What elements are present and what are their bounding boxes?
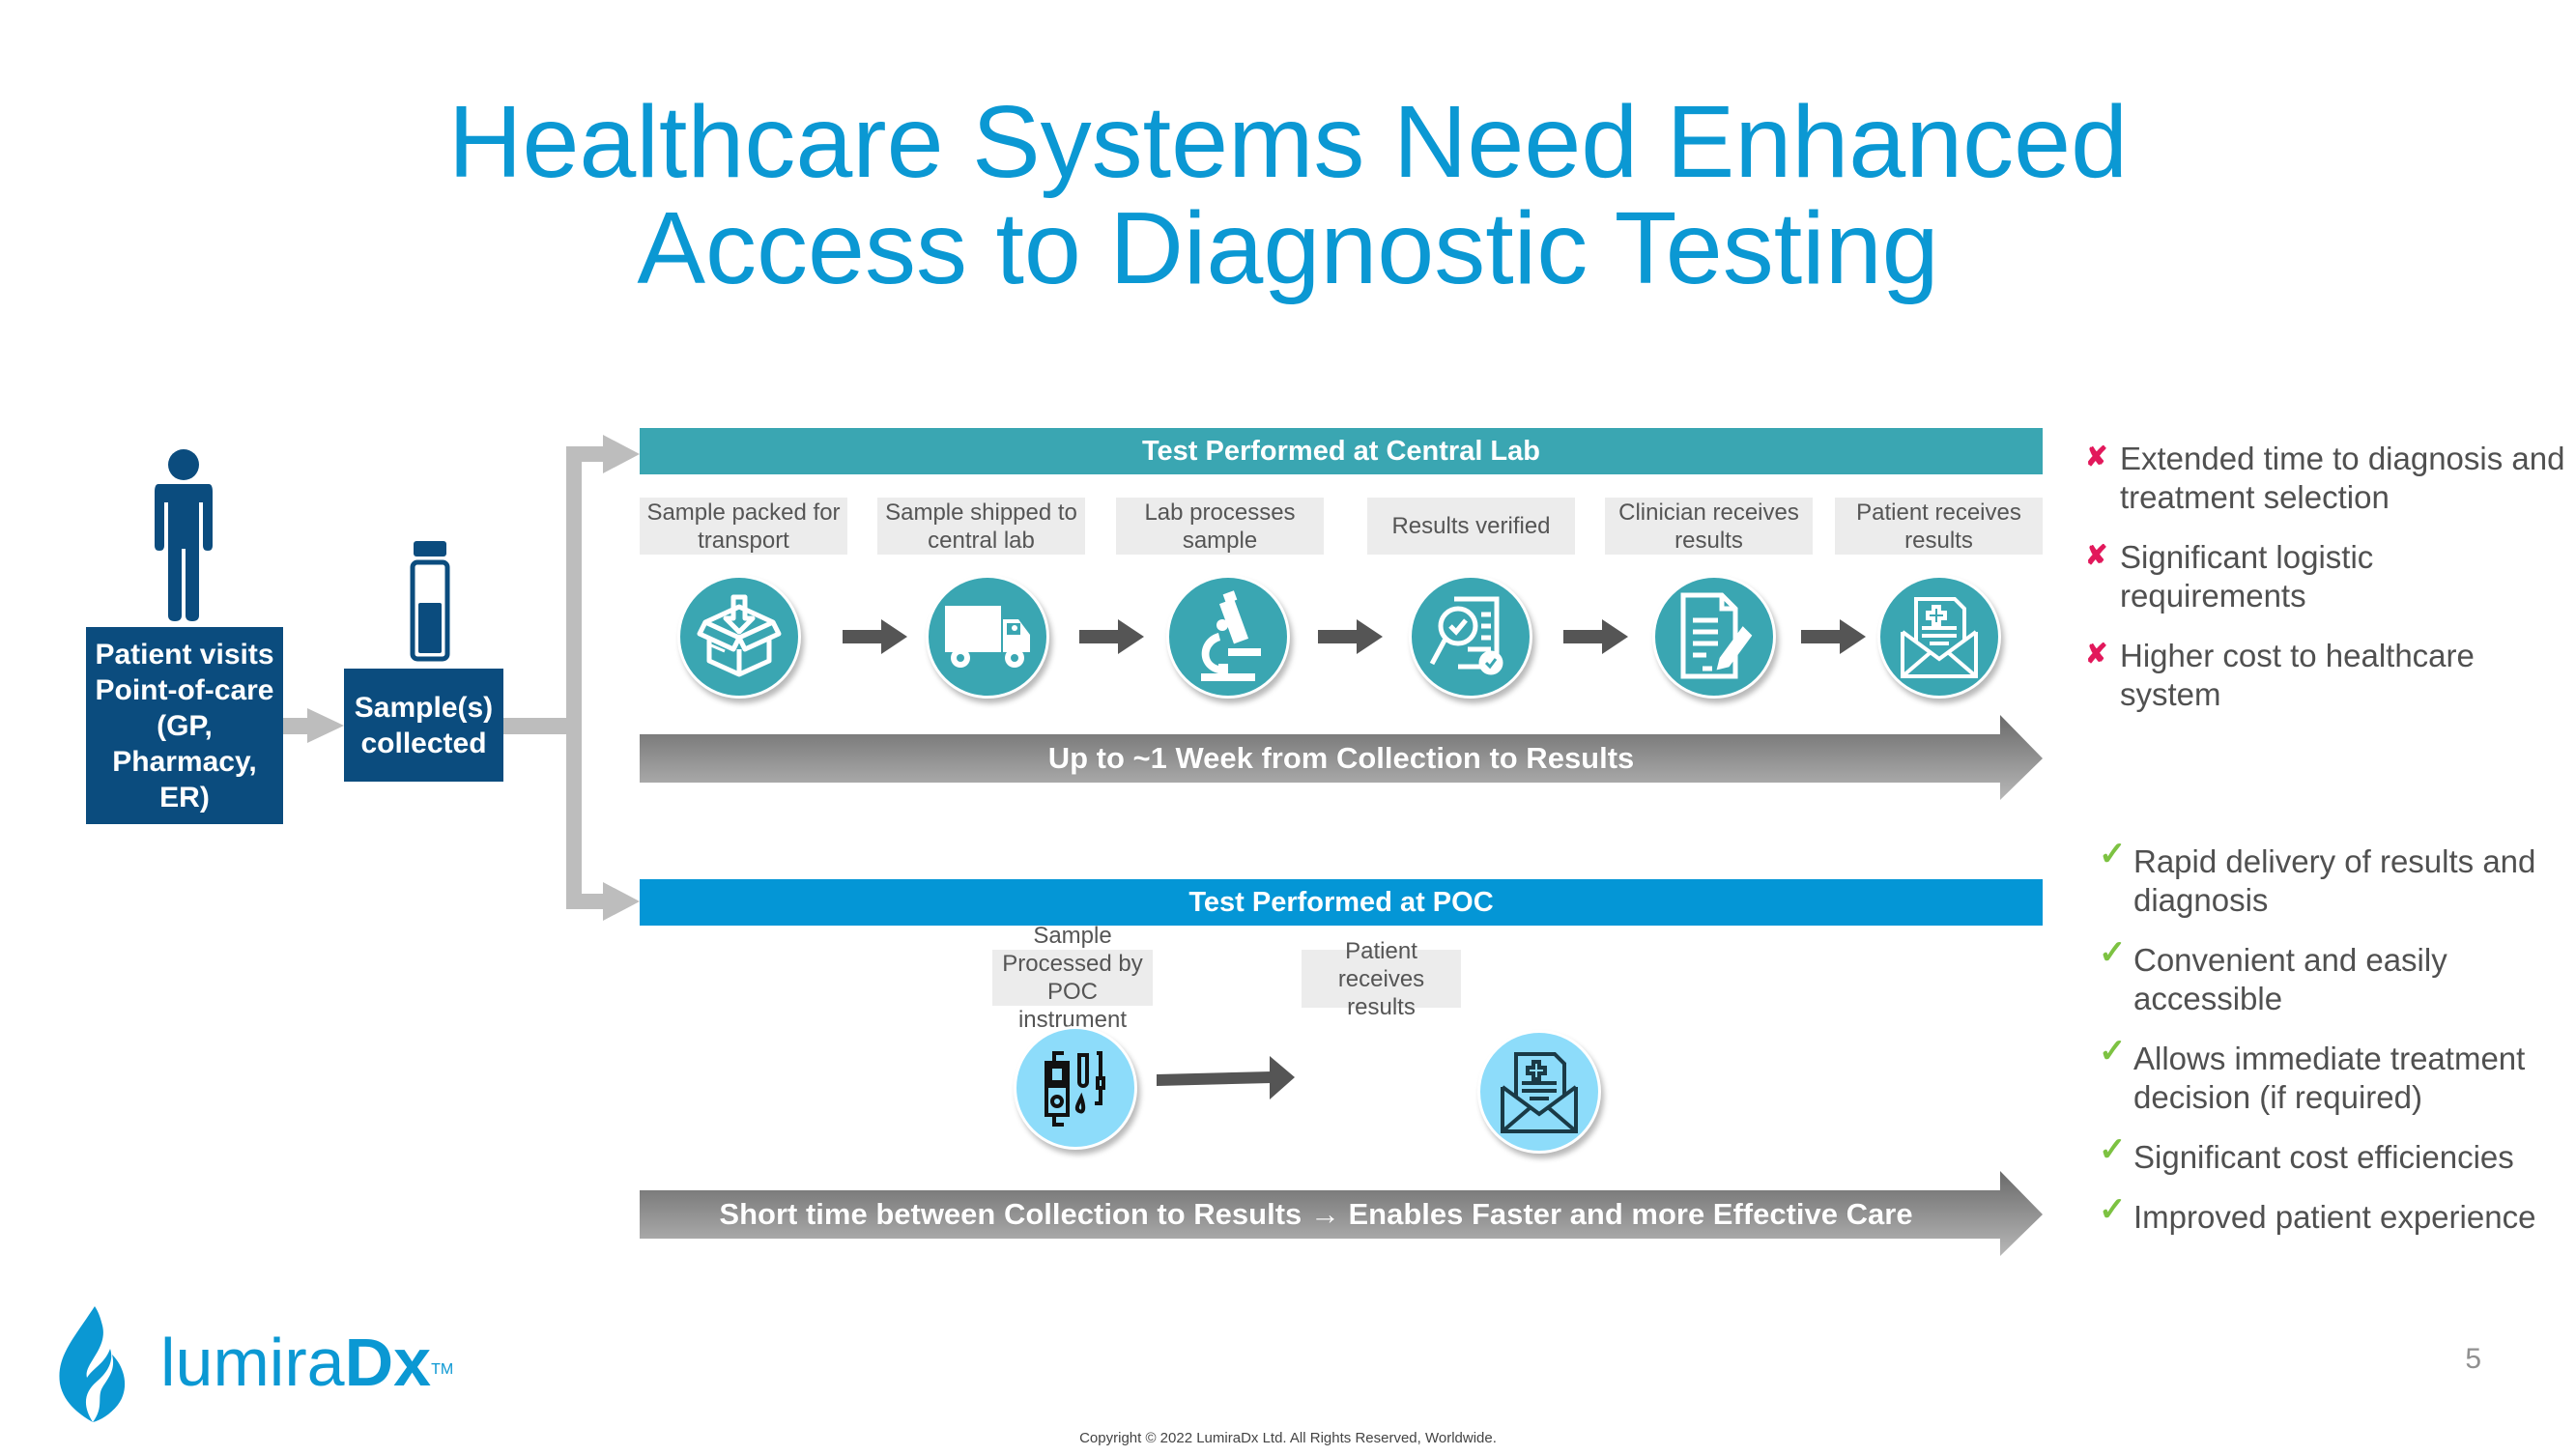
central-step-label: Clinician receives results <box>1605 498 1813 555</box>
central-lab-header: Test Performed at Central Lab <box>640 428 2043 474</box>
patient-visits-label: Patient visits Point-of-care (GP, Pharma… <box>95 638 274 814</box>
logo-wordmark: lumiraDxTM <box>160 1324 453 1401</box>
central-step-label: Results verified <box>1367 498 1575 555</box>
list-item: ✓ Convenient and easily accessible <box>2099 934 2576 1018</box>
box-package-icon <box>677 575 801 699</box>
medical-mail-icon <box>1477 1030 1601 1154</box>
check-icon: ✓ <box>2099 836 2127 872</box>
person-icon <box>155 449 213 621</box>
check-icon: ✓ <box>2099 1033 2127 1070</box>
list-item: ✓ Rapid delivery of results and diagnosis <box>2099 836 2576 920</box>
flame-icon <box>59 1306 126 1422</box>
list-item: ✓ Significant cost efficiencies <box>2099 1131 2576 1177</box>
central-step-label: Lab processes sample <box>1116 498 1324 555</box>
list-item: ✓ Improved patient experience <box>2099 1191 2576 1237</box>
central-lab-header-label: Test Performed at Central Lab <box>1141 435 1540 467</box>
list-item-text: Significant cost efficiencies <box>2133 1139 2514 1175</box>
poc-step-arrow <box>1157 1056 1295 1099</box>
copyright-notice: Copyright © 2022 LumiraDx Ltd. All Right… <box>0 1431 2576 1456</box>
check-icon: ✓ <box>2099 1191 2127 1228</box>
sample-collected-box: Sample(s) collected <box>344 669 503 782</box>
step-label-text: Patient receives results <box>1856 499 2021 554</box>
sample-vial-icon <box>410 541 450 662</box>
lumiradx-logo: lumiraDxTM <box>54 1300 460 1426</box>
step-label-text: Sample Processed by POC instrument <box>1002 923 1143 1033</box>
list-item-text: Rapid delivery of results and diagnosis <box>2133 843 2536 918</box>
step-label-text: Patient receives results <box>1337 937 1425 1020</box>
step-arrow <box>1563 619 1628 654</box>
step-arrow <box>1318 619 1383 654</box>
logo-text-light: lumira <box>160 1325 345 1400</box>
list-item: ✘ Extended time to diagnosis and treatmen… <box>2085 440 2568 517</box>
medical-mail-icon <box>1877 575 2001 699</box>
microscope-icon <box>1166 575 1290 699</box>
list-item-text: Improved patient experience <box>2133 1199 2536 1235</box>
poc-banner-text: Short time between Collection to Results… <box>719 1197 1913 1231</box>
list-item: ✘ Higher cost to healthcare system <box>2085 637 2568 714</box>
cross-icon: ✘ <box>2085 540 2108 570</box>
cross-icon: ✘ <box>2085 442 2108 471</box>
central-step-label: Sample shipped to central lab <box>877 498 1085 555</box>
list-item-text: Convenient and easily accessible <box>2133 942 2447 1016</box>
central-lab-banner: Up to ~1 Week from Collection to Results <box>640 734 2043 783</box>
logo-text-bold: Dx <box>344 1325 432 1400</box>
delivery-truck-icon <box>926 575 1049 699</box>
check-icon: ✓ <box>2099 1131 2127 1168</box>
poc-header-label: Test Performed at POC <box>1188 886 1494 918</box>
step-arrow <box>1801 619 1866 654</box>
list-item: ✓ Allows immediate treatment decision (if… <box>2099 1033 2576 1117</box>
benefits-list: ✓ Rapid delivery of results and diagnosis… <box>2099 836 2576 1258</box>
poc-step-label: Patient receives results <box>1302 938 1461 1020</box>
step-label-text: Sample packed for transport <box>646 499 841 554</box>
document-edit-icon <box>1652 575 1776 699</box>
central-step-label: Patient receives results <box>1835 498 2043 555</box>
step-arrow <box>1079 619 1144 654</box>
step-label-text: Clinician receives results <box>1618 499 1799 554</box>
list-item-text: Higher cost to healthcare system <box>2120 638 2475 712</box>
central-lab-banner-text: Up to ~1 Week from Collection to Results <box>1047 741 1635 775</box>
patient-to-sample-arrow <box>283 708 344 743</box>
step-arrow <box>843 619 907 654</box>
list-item: ✘ Significant logistic requirements <box>2085 538 2568 615</box>
step-label-text: Sample shipped to central lab <box>885 499 1077 554</box>
branch-connector <box>503 435 640 921</box>
document-verify-icon <box>1409 575 1532 699</box>
list-item-text: Significant logistic requirements <box>2120 539 2374 614</box>
copyright-text: Copyright © 2022 LumiraDx Ltd. All Right… <box>1079 1430 1497 1446</box>
list-item-text: Extended time to diagnosis and treatment… <box>2120 441 2565 515</box>
step-label-text: Results verified <box>1391 513 1551 539</box>
step-label-text: Lab processes sample <box>1144 499 1296 554</box>
poc-instrument-icon <box>1014 1026 1137 1150</box>
logo-trademark: TM <box>431 1361 454 1378</box>
poc-header: Test Performed at POC <box>640 879 2043 926</box>
central-step-label: Sample packed for transport <box>640 498 847 555</box>
poc-banner: Short time between Collection to Results… <box>640 1190 1992 1239</box>
patient-visits-box: Patient visits Point-of-care (GP, Pharma… <box>86 627 283 824</box>
sample-collected-label: Sample(s) collected <box>354 691 494 759</box>
check-icon: ✓ <box>2099 934 2127 971</box>
drawbacks-list: ✘ Extended time to diagnosis and treatmen… <box>2085 440 2568 735</box>
poc-step-label: Sample Processed by POC instrument <box>992 923 1153 1033</box>
page-number: 5 <box>2465 1343 2481 1375</box>
list-item-text: Allows immediate treatment decision (if … <box>2133 1041 2526 1115</box>
cross-icon: ✘ <box>2085 639 2108 669</box>
